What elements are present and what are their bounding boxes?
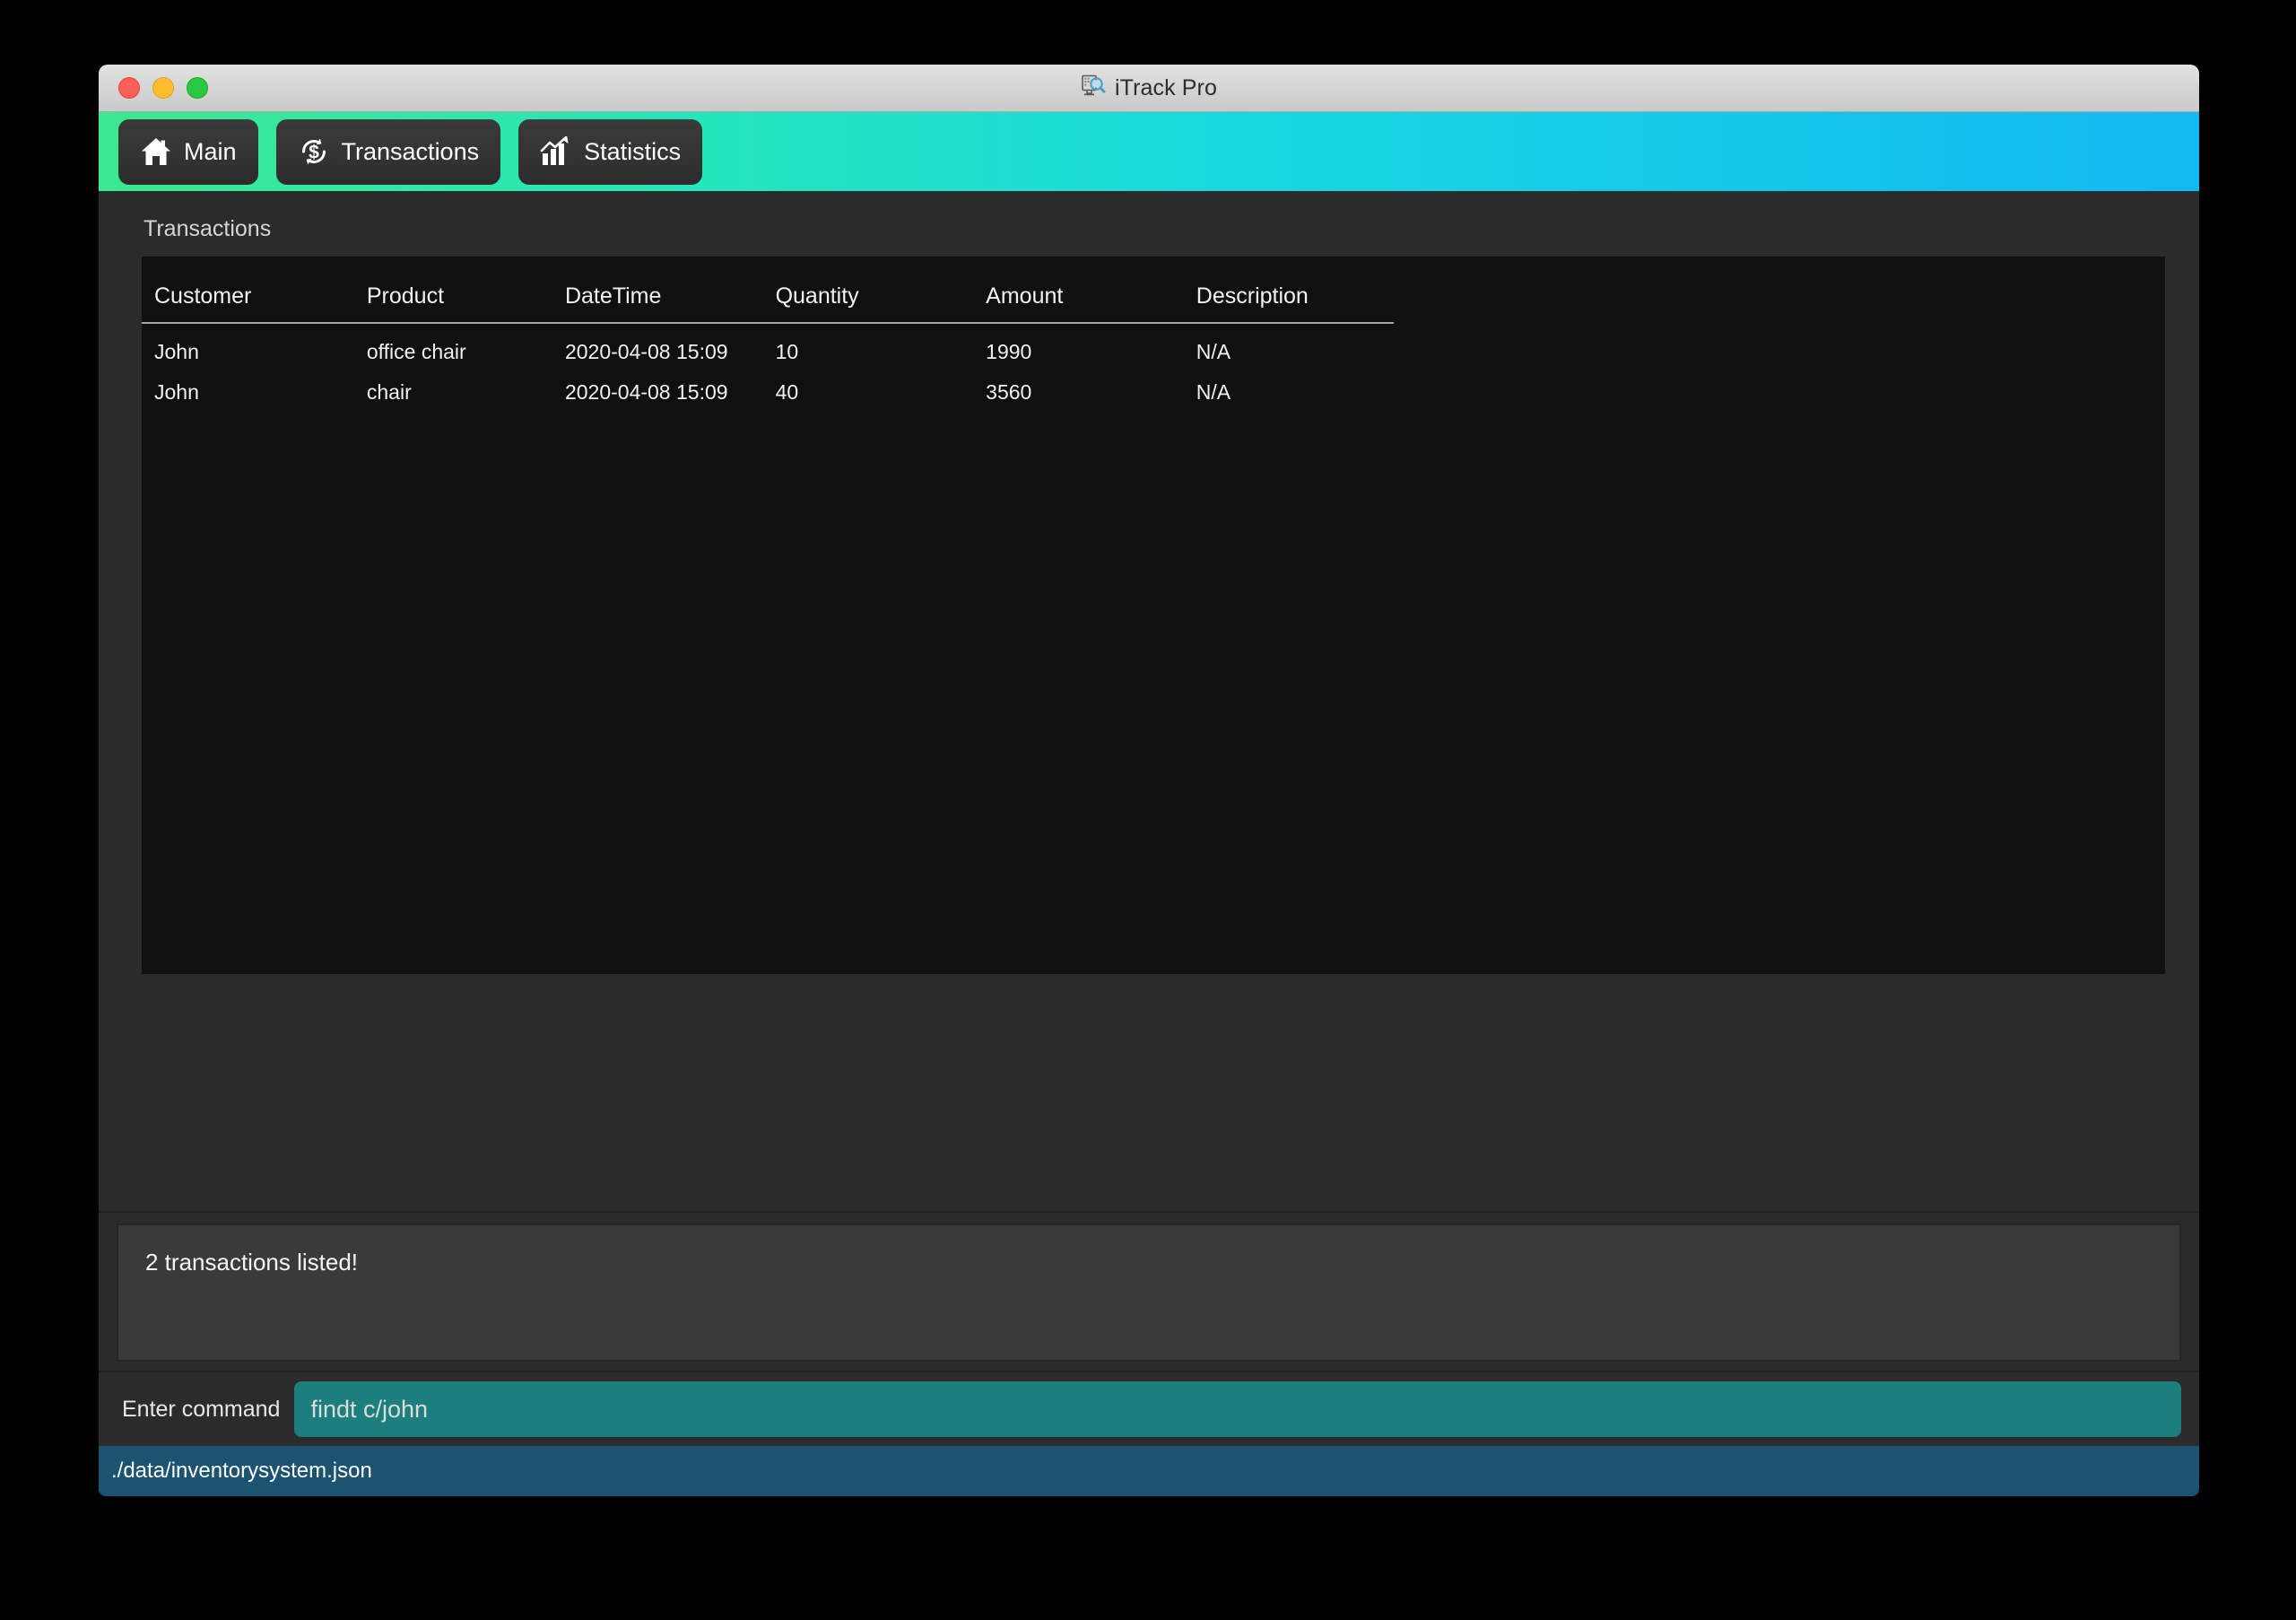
cell-spacer — [1394, 372, 2165, 413]
result-display: 2 transactions listed! — [117, 1224, 2181, 1362]
minimize-window-button[interactable] — [152, 77, 174, 99]
cell-product: office chair — [366, 340, 466, 363]
title-bar: iTrack Pro — [99, 65, 2199, 112]
tab-main-label: Main — [184, 137, 237, 165]
cell-quantity: 10 — [775, 340, 799, 363]
tab-transactions[interactable]: $ Transactions — [275, 118, 501, 185]
cell-amount: 3560 — [986, 380, 1032, 404]
tab-statistics-label: Statistics — [584, 137, 682, 165]
column-header-description[interactable]: Description — [1183, 257, 1395, 324]
window-title: iTrack Pro — [1115, 74, 1217, 100]
main-content: Transactions Customer Product DateTime Q… — [99, 191, 2199, 1371]
cell-amount: 1990 — [986, 340, 1032, 363]
column-header-datetime[interactable]: DateTime — [552, 257, 763, 324]
transactions-table: Customer Product DateTime Quantity Amoun… — [142, 257, 2165, 413]
svg-text:$: $ — [309, 143, 319, 163]
home-icon — [140, 136, 172, 167]
page-title: Transactions — [144, 216, 272, 241]
cell-description: N/A — [1196, 380, 1231, 404]
tab-transactions-label: Transactions — [341, 137, 480, 165]
cell-description: N/A — [1196, 340, 1231, 363]
column-header-amount[interactable]: Amount — [973, 257, 1184, 324]
window-title-group: iTrack Pro — [1081, 74, 1217, 103]
cell-datetime: 2020-04-08 15:09 — [564, 340, 728, 363]
cell-customer: John — [154, 340, 199, 363]
tab-main[interactable]: Main — [118, 118, 258, 185]
transactions-table-panel[interactable]: Customer Product DateTime Quantity Amoun… — [142, 257, 2165, 974]
cell-datetime: 2020-04-08 15:09 — [564, 380, 728, 404]
tab-statistics[interactable]: Statistics — [518, 118, 703, 185]
command-bar: Enter command — [99, 1371, 2199, 1446]
status-bar: ./data/inventorysystem.json — [99, 1446, 2199, 1496]
bar-chart-arrow-icon — [540, 136, 572, 167]
toolbar: Main $ Transactions Statistics — [99, 112, 2199, 191]
table-header-row: Customer Product DateTime Quantity Amoun… — [142, 257, 2165, 324]
cell-spacer — [1394, 323, 2165, 372]
result-display-wrapper: 2 transactions listed! — [99, 1211, 2199, 1371]
table-row[interactable]: John chair 2020-04-08 15:09 40 3560 N/A — [142, 372, 2165, 413]
column-header-spacer — [1394, 257, 2165, 323]
window-controls — [118, 65, 208, 111]
cell-quantity: 40 — [775, 380, 799, 404]
close-window-button[interactable] — [118, 77, 140, 99]
cell-customer: John — [154, 380, 199, 404]
result-region: 2 transactions listed! — [99, 974, 2199, 1371]
column-header-customer[interactable]: Customer — [142, 257, 354, 324]
maximize-window-button[interactable] — [187, 77, 208, 99]
column-header-product[interactable]: Product — [353, 257, 552, 324]
monitor-search-icon — [1081, 74, 1106, 103]
cell-product: chair — [366, 380, 412, 404]
table-row[interactable]: John office chair 2020-04-08 15:09 10 19… — [142, 323, 2165, 372]
command-label: Enter command — [122, 1396, 281, 1422]
command-input[interactable] — [294, 1381, 2181, 1437]
column-header-quantity[interactable]: Quantity — [762, 257, 974, 324]
table-body: John office chair 2020-04-08 15:09 10 19… — [142, 323, 2165, 413]
app-window: iTrack Pro Main $ Transactions Statistic… — [99, 65, 2199, 1496]
dollar-refresh-icon: $ — [298, 135, 330, 168]
